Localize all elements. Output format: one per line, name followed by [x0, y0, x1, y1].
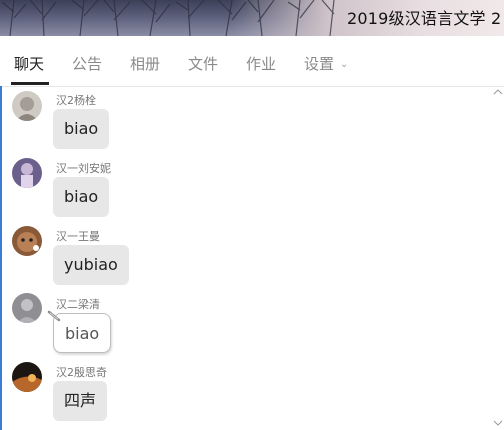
tab-bar: 聊天 公告 相册 文件 作业 设置 ⌄ [0, 36, 504, 87]
chevron-down-icon: ⌄ [340, 59, 349, 70]
avatar[interactable] [12, 362, 42, 392]
sender-name: 汉2杨栓 [56, 94, 96, 107]
group-banner: 2019级汉语言文学 2 [0, 0, 504, 36]
scroll-down-icon[interactable] [493, 419, 503, 427]
sender-name: 汉一王曼 [56, 230, 100, 243]
message-bubble[interactable]: 四声 [53, 381, 108, 421]
message-bubble[interactable]: biao [53, 313, 112, 353]
sender-name: 汉2殷思奇 [56, 366, 107, 379]
tab-album[interactable]: 相册 [130, 53, 160, 74]
sender-name: 汉一刘安妮 [56, 162, 111, 175]
tab-announcements[interactable]: 公告 [72, 53, 102, 74]
avatar[interactable] [12, 91, 42, 121]
avatar[interactable] [12, 226, 42, 256]
tab-chat[interactable]: 聊天 [14, 53, 44, 74]
message-bubble[interactable]: biao [53, 109, 110, 149]
tab-settings-label: 设置 [304, 55, 335, 73]
tab-homework[interactable]: 作业 [246, 53, 276, 74]
message-bubble[interactable]: biao [53, 177, 110, 217]
avatar[interactable] [12, 158, 42, 188]
scrollbar[interactable] [492, 86, 504, 430]
tab-files[interactable]: 文件 [188, 53, 218, 74]
tab-settings[interactable]: 设置 ⌄ [304, 53, 348, 74]
message-bubble[interactable]: yubiao [53, 245, 129, 285]
scroll-up-icon[interactable] [493, 88, 503, 96]
group-title: 2019级汉语言文学 2 [347, 9, 502, 28]
avatar[interactable] [12, 293, 42, 323]
paperclip-icon [47, 310, 61, 322]
sender-name: 汉二梁清 [56, 298, 100, 311]
active-tab-indicator [11, 82, 49, 85]
